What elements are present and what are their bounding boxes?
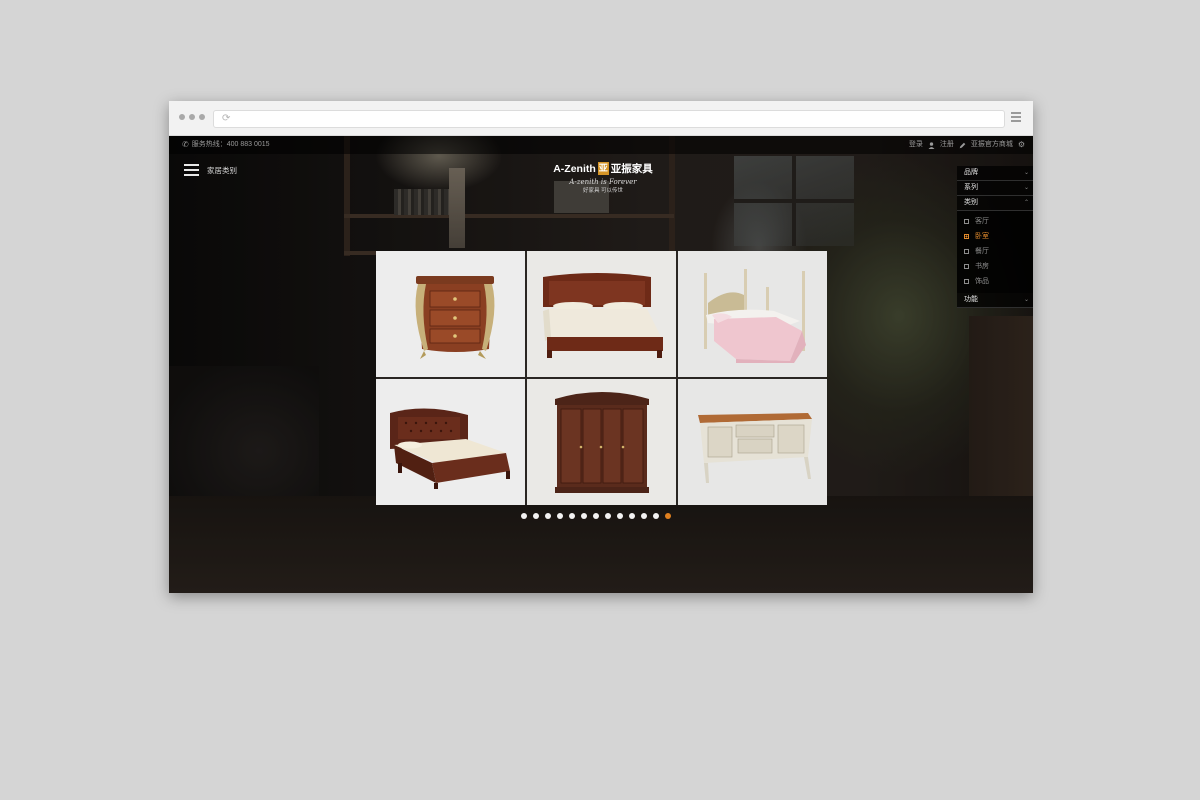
- pagination-dot[interactable]: [629, 513, 635, 519]
- filter-panel: 品牌 ⌄ 系列 ⌄ 类别 ⌃ 客厅 卧室 餐厅 书房 饰品 功能 ⌄: [957, 166, 1033, 308]
- edit-icon: [959, 142, 966, 148]
- leather-bed-image: [390, 408, 510, 489]
- nightstand-image: [415, 276, 495, 359]
- reload-icon[interactable]: ⟳: [222, 113, 230, 125]
- product-tile-bed-mahogany[interactable]: [527, 251, 676, 377]
- pagination-dot[interactable]: [653, 513, 659, 519]
- top-info-bar: ✆ 服务热线：400 883 0015 登录 注册 亚振官方商城 ⚙: [169, 136, 1033, 154]
- filter-option-label: 饰品: [975, 278, 989, 285]
- pagination-dot[interactable]: [593, 513, 599, 519]
- pagination-dot[interactable]: [605, 513, 611, 519]
- filter-series-label: 系列: [964, 184, 978, 191]
- register-link[interactable]: 注册: [940, 136, 954, 154]
- account-links: 登录 注册 亚振官方商城 ⚙: [909, 136, 1025, 154]
- filter-option-label: 餐厅: [975, 248, 989, 255]
- hotline: ✆ 服务热线：400 883 0015: [182, 136, 270, 154]
- official-store-link[interactable]: 亚振官方商城: [971, 136, 1013, 154]
- filter-option-study[interactable]: 书房: [957, 259, 1033, 274]
- pagination-dot[interactable]: [665, 513, 671, 519]
- filter-series[interactable]: 系列 ⌄: [957, 181, 1033, 196]
- product-grid: [376, 251, 827, 505]
- filter-function-label: 功能: [964, 296, 978, 303]
- menu-icon[interactable]: [184, 164, 199, 179]
- filter-category-options: 客厅 卧室 餐厅 书房 饰品: [957, 211, 1033, 293]
- wardrobe-image: [555, 392, 649, 493]
- brand-logo[interactable]: A-Zenith 亚 亚振家具 A-zenith is Forever 好家具 …: [549, 161, 657, 194]
- filter-option-label: 卧室: [975, 233, 989, 240]
- checkbox-icon[interactable]: [964, 234, 969, 239]
- login-link[interactable]: 登录: [909, 136, 923, 154]
- checkbox-icon[interactable]: [964, 279, 969, 284]
- pagination-dot[interactable]: [617, 513, 623, 519]
- checkbox-icon[interactable]: [964, 219, 969, 224]
- address-bar[interactable]: ⟳: [213, 110, 1005, 128]
- hotline-text: 服务热线：400 883 0015: [191, 141, 270, 148]
- chevron-up-icon: ⌃: [1023, 200, 1029, 206]
- pagination-dot[interactable]: [641, 513, 647, 519]
- site-viewport: ✆ 服务热线：400 883 0015 登录 注册 亚振官方商城 ⚙ 家居类别 …: [169, 136, 1033, 593]
- logo-mark-icon: 亚: [597, 162, 609, 175]
- user-icon: [928, 141, 935, 149]
- category-menu-label: 家居类别: [207, 165, 237, 175]
- filter-option-label: 书房: [975, 263, 989, 270]
- checkbox-icon[interactable]: [964, 249, 969, 254]
- bed-mahogany-image: [543, 273, 663, 358]
- filter-brand[interactable]: 品牌 ⌄: [957, 166, 1033, 181]
- pagination-dot[interactable]: [581, 513, 587, 519]
- checkbox-icon[interactable]: [964, 264, 969, 269]
- chevron-down-icon: ⌄: [1023, 185, 1029, 191]
- filter-category[interactable]: 类别 ⌃: [957, 196, 1033, 211]
- logo-name-en: A-Zenith: [553, 162, 596, 175]
- filter-option-living-room[interactable]: 客厅: [957, 214, 1033, 229]
- carousel-pagination: [521, 513, 671, 519]
- category-menu-button[interactable]: 家居类别: [184, 164, 237, 179]
- filter-option-dining-room[interactable]: 餐厅: [957, 244, 1033, 259]
- logo-wordmark: A-Zenith 亚 亚振家具: [549, 161, 657, 176]
- logo-tagline: A-zenith is Forever: [569, 178, 637, 186]
- pagination-dot[interactable]: [569, 513, 575, 519]
- browser-toolbar: ⟳: [169, 101, 1033, 136]
- chevron-down-icon: ⌄: [1023, 170, 1029, 176]
- pagination-dot[interactable]: [557, 513, 563, 519]
- filter-category-label: 类别: [964, 199, 978, 206]
- product-tile-nightstand[interactable]: [376, 251, 525, 377]
- window-controls[interactable]: [179, 114, 205, 120]
- filter-option-decor[interactable]: 饰品: [957, 274, 1033, 289]
- browser-menu-icon[interactable]: [1011, 112, 1021, 124]
- chevron-down-icon: ⌄: [1023, 297, 1029, 303]
- logo-slogan: 好家具 可以传世: [582, 188, 624, 194]
- pagination-dot[interactable]: [545, 513, 551, 519]
- filter-option-label: 客厅: [975, 218, 989, 225]
- filter-brand-label: 品牌: [964, 169, 978, 176]
- product-tile-sideboard[interactable]: [678, 379, 827, 505]
- product-tile-wardrobe[interactable]: [527, 379, 676, 505]
- product-tile-poster-bed[interactable]: [678, 251, 827, 377]
- product-tile-leather-bed[interactable]: [376, 379, 525, 505]
- pagination-dot[interactable]: [533, 513, 539, 519]
- poster-bed-image: [704, 269, 806, 363]
- filter-option-bedroom[interactable]: 卧室: [957, 229, 1033, 244]
- gear-icon[interactable]: ⚙: [1018, 136, 1025, 154]
- logo-name-cn: 亚振家具: [610, 163, 653, 175]
- filter-function[interactable]: 功能 ⌄: [957, 293, 1033, 308]
- pagination-dot[interactable]: [521, 513, 527, 519]
- phone-icon: ✆: [182, 140, 189, 149]
- sideboard-image: [698, 413, 812, 483]
- browser-window: ⟳ ✆ 服务热线：400 883 0015 登录 注册 亚振官方商城 ⚙ 家居类…: [169, 101, 1033, 593]
